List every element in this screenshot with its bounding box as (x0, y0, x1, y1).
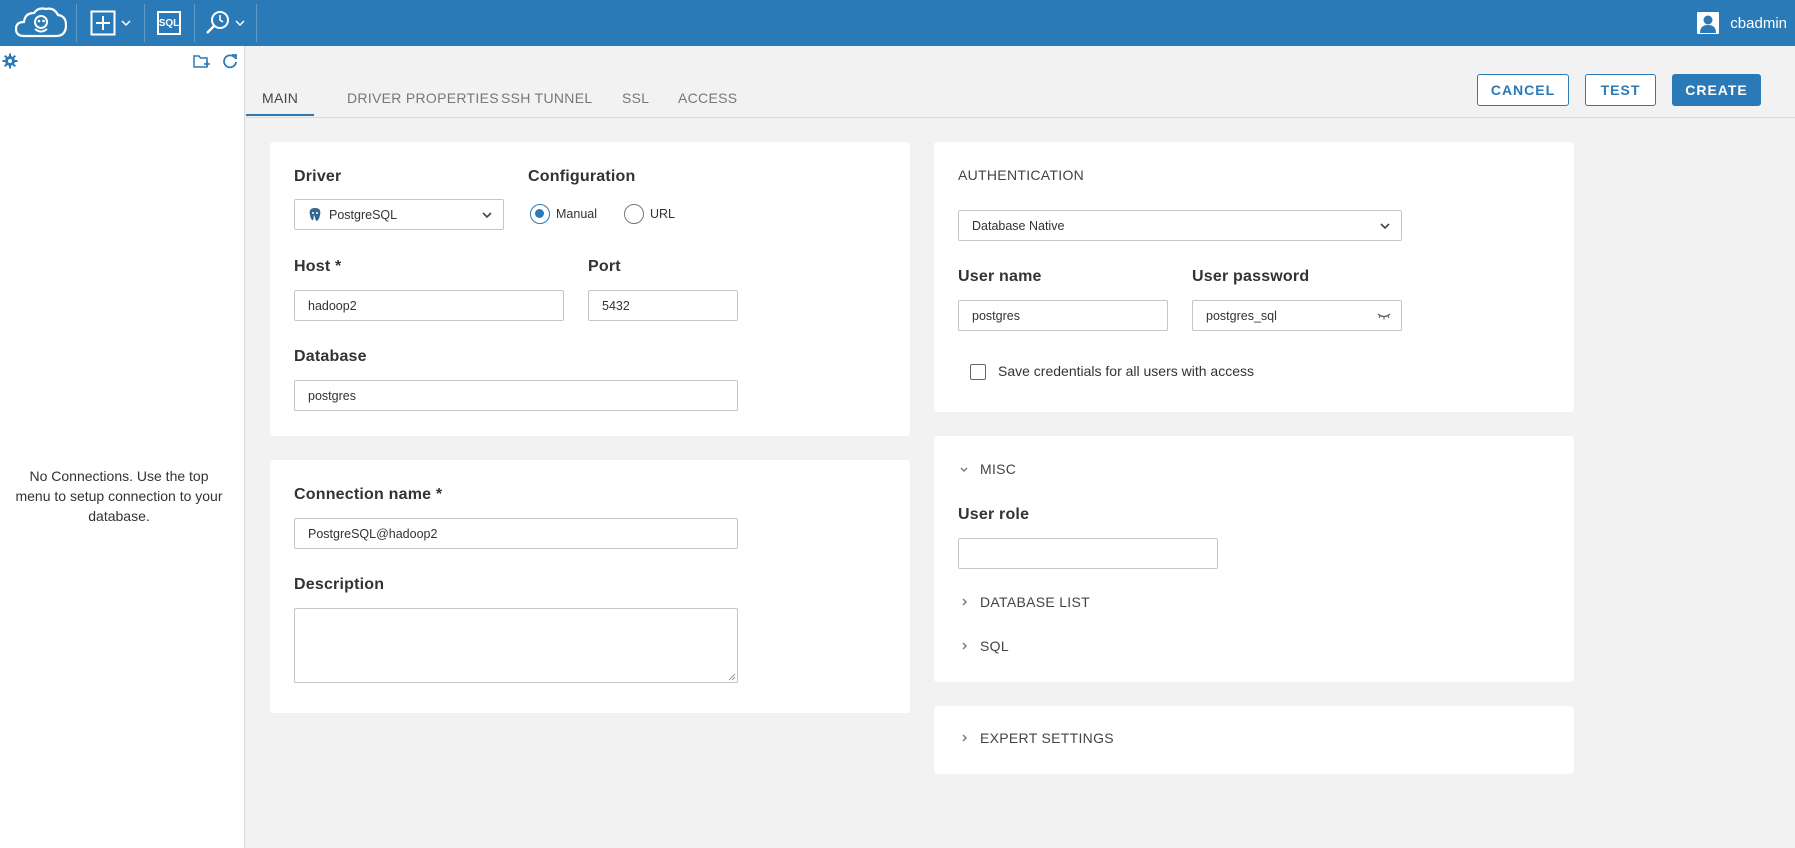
chevron-down-icon (235, 20, 245, 27)
app-logo[interactable] (12, 0, 70, 46)
folder-plus-icon (193, 55, 210, 68)
user-role-label: User role (958, 506, 1030, 523)
config-url-radio[interactable]: URL (624, 204, 675, 224)
tab-ssl[interactable]: SSL (606, 90, 665, 116)
expert-settings-section-toggle[interactable]: EXPERT SETTINGS (958, 730, 1114, 746)
user-avatar-icon (1697, 12, 1720, 34)
password-label: User password (1192, 268, 1310, 285)
database-list-section-toggle[interactable]: DATABASE LIST (958, 594, 1090, 610)
password-input[interactable]: postgres_sql (1192, 300, 1402, 331)
driver-label: Driver (294, 168, 342, 185)
settings-button[interactable] (0, 51, 20, 71)
user-role-input[interactable] (958, 538, 1218, 569)
resize-handle-icon (728, 673, 736, 681)
misc-title: MISC (980, 461, 1017, 477)
expert-settings-card: EXPERT SETTINGS (934, 706, 1574, 774)
connection-settings-card: Driver PostgreSQL Configuration Manual U… (270, 142, 910, 436)
radio-unselected-icon (624, 204, 644, 224)
port-label: Port (588, 258, 621, 275)
sql-section-title: SQL (980, 638, 1009, 654)
save-credentials-checkbox[interactable] (970, 364, 986, 380)
create-button[interactable]: CREATE (1672, 74, 1761, 106)
postgresql-icon (309, 207, 321, 221)
refresh-button[interactable] (220, 51, 240, 71)
new-folder-button[interactable] (192, 51, 212, 71)
username-label: User name (958, 268, 1042, 285)
description-textarea[interactable] (294, 608, 738, 683)
search-connection-icon (206, 11, 229, 34)
refresh-icon (223, 54, 237, 69)
config-manual-label: Manual (556, 207, 597, 221)
save-credentials-label: Save credentials for all users with acce… (998, 363, 1254, 379)
chevron-down-icon (482, 212, 492, 219)
sql-section-toggle[interactable]: SQL (958, 638, 1009, 654)
driver-select[interactable]: PostgreSQL (294, 199, 504, 230)
connection-search-menu[interactable] (202, 0, 248, 46)
database-input[interactable]: postgres (294, 380, 738, 411)
expert-settings-title: EXPERT SETTINGS (980, 730, 1114, 746)
authentication-card: AUTHENTICATION Database Native User name… (934, 142, 1574, 412)
auth-method-select[interactable]: Database Native (958, 210, 1402, 241)
tab-main[interactable]: MAIN (246, 90, 315, 116)
cloudbeaver-logo-icon (14, 7, 68, 38)
auth-method-value: Database Native (972, 218, 1065, 233)
new-connection-menu[interactable] (86, 0, 136, 46)
tab-ssh-tunnel[interactable]: SSH TUNNEL (485, 90, 608, 116)
connection-name-input[interactable]: PostgreSQL@hadoop2 (294, 518, 738, 549)
eye-closed-icon[interactable] (1377, 311, 1391, 321)
gear-icon (2, 53, 18, 69)
plus-square-icon (90, 10, 116, 36)
test-button[interactable]: TEST (1585, 74, 1656, 106)
host-label: Host * (294, 258, 342, 275)
user-menu[interactable]: cbadmin (1696, 0, 1787, 46)
chevron-right-icon (962, 598, 967, 606)
tab-access[interactable]: ACCESS (662, 90, 753, 116)
chevron-down-icon (121, 20, 131, 27)
navigation-sidebar: No Connections. Use the top menu to setu… (0, 46, 245, 848)
driver-value: PostgreSQL (329, 207, 398, 222)
misc-card: MISC User role DATABASE LIST SQL (934, 436, 1574, 682)
database-label: Database (294, 348, 367, 365)
port-input[interactable]: 5432 (588, 290, 738, 321)
connection-name-label: Connection name * (294, 486, 443, 503)
user-name: cbadmin (1730, 14, 1787, 32)
chevron-right-icon (962, 642, 967, 650)
host-input[interactable]: hadoop2 (294, 290, 564, 321)
chevron-down-icon (1380, 223, 1390, 230)
chevron-down-icon (960, 467, 968, 472)
sql-editor-button[interactable]: SQL (152, 0, 186, 46)
top-bar: SQL cbadmin (0, 0, 1795, 46)
authentication-title: AUTHENTICATION (958, 167, 1085, 183)
radio-selected-icon (530, 204, 550, 224)
sql-icon: SQL (157, 11, 181, 35)
misc-section-toggle[interactable]: MISC (958, 461, 1016, 477)
config-manual-radio[interactable]: Manual (530, 204, 597, 224)
config-url-label: URL (650, 207, 676, 221)
database-list-title: DATABASE LIST (980, 594, 1090, 610)
chevron-right-icon (962, 734, 967, 742)
cancel-button[interactable]: CANCEL (1477, 74, 1569, 106)
username-input[interactable]: postgres (958, 300, 1168, 331)
password-value: postgres_sql (1206, 308, 1277, 323)
connection-name-card: Connection name * PostgreSQL@hadoop2 Des… (270, 460, 910, 713)
no-connections-message: No Connections. Use the top menu to setu… (15, 468, 223, 524)
description-label: Description (294, 576, 385, 593)
configuration-label: Configuration (528, 168, 636, 185)
